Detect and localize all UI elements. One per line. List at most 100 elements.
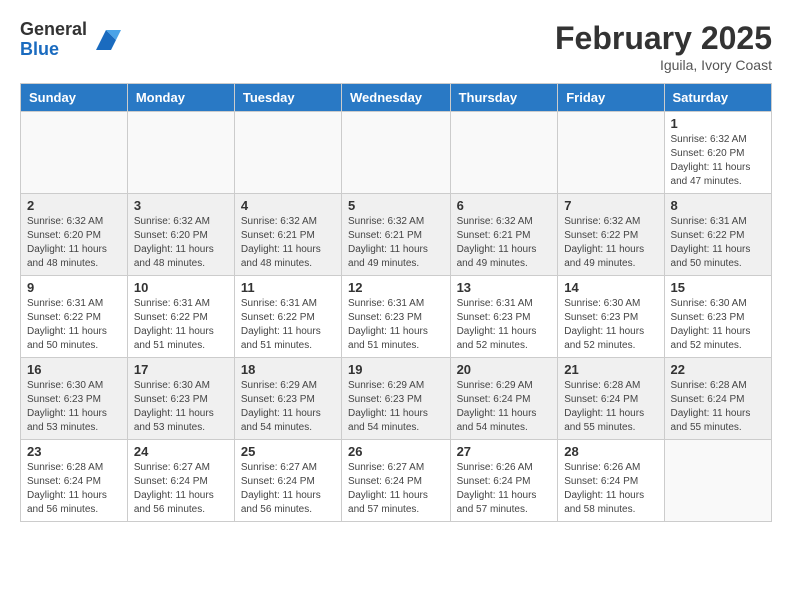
day-info: Sunrise: 6:27 AM Sunset: 6:24 PM Dayligh…	[241, 461, 335, 517]
day-number: 9	[27, 280, 121, 295]
logo: General Blue	[20, 20, 121, 60]
weekday-header-monday: Monday	[127, 84, 234, 112]
calendar-day: 23 Sunrise: 6:28 AM Sunset: 6:24 PM Dayli…	[21, 440, 128, 522]
calendar-day: 16 Sunrise: 6:30 AM Sunset: 6:23 PM Dayli…	[21, 358, 128, 440]
day-number: 26	[348, 444, 444, 459]
day-info: Sunrise: 6:26 AM Sunset: 6:24 PM Dayligh…	[457, 461, 552, 517]
calendar-table: SundayMondayTuesdayWednesdayThursdayFrid…	[20, 83, 772, 522]
day-info: Sunrise: 6:31 AM Sunset: 6:22 PM Dayligh…	[241, 297, 335, 353]
day-info: Sunrise: 6:29 AM Sunset: 6:23 PM Dayligh…	[348, 379, 444, 435]
day-number: 5	[348, 198, 444, 213]
day-number: 4	[241, 198, 335, 213]
calendar-day	[127, 112, 234, 194]
weekday-header-wednesday: Wednesday	[342, 84, 451, 112]
calendar-day: 2 Sunrise: 6:32 AM Sunset: 6:20 PM Daylig…	[21, 194, 128, 276]
calendar-day: 28 Sunrise: 6:26 AM Sunset: 6:24 PM Dayli…	[558, 440, 664, 522]
calendar-day: 7 Sunrise: 6:32 AM Sunset: 6:22 PM Daylig…	[558, 194, 664, 276]
day-number: 15	[671, 280, 765, 295]
day-info: Sunrise: 6:30 AM Sunset: 6:23 PM Dayligh…	[671, 297, 765, 353]
day-number: 7	[564, 198, 657, 213]
day-number: 20	[457, 362, 552, 377]
calendar-day: 25 Sunrise: 6:27 AM Sunset: 6:24 PM Dayli…	[234, 440, 341, 522]
calendar-day: 6 Sunrise: 6:32 AM Sunset: 6:21 PM Daylig…	[450, 194, 558, 276]
day-info: Sunrise: 6:32 AM Sunset: 6:20 PM Dayligh…	[27, 215, 121, 271]
day-number: 19	[348, 362, 444, 377]
day-info: Sunrise: 6:29 AM Sunset: 6:23 PM Dayligh…	[241, 379, 335, 435]
day-number: 11	[241, 280, 335, 295]
day-number: 2	[27, 198, 121, 213]
location: Iguila, Ivory Coast	[555, 57, 772, 73]
day-info: Sunrise: 6:31 AM Sunset: 6:22 PM Dayligh…	[134, 297, 228, 353]
calendar-day: 26 Sunrise: 6:27 AM Sunset: 6:24 PM Dayli…	[342, 440, 451, 522]
day-info: Sunrise: 6:32 AM Sunset: 6:20 PM Dayligh…	[671, 133, 765, 189]
day-info: Sunrise: 6:31 AM Sunset: 6:22 PM Dayligh…	[27, 297, 121, 353]
day-number: 23	[27, 444, 121, 459]
day-number: 17	[134, 362, 228, 377]
day-number: 25	[241, 444, 335, 459]
calendar-header-row: SundayMondayTuesdayWednesdayThursdayFrid…	[21, 84, 772, 112]
day-info: Sunrise: 6:28 AM Sunset: 6:24 PM Dayligh…	[27, 461, 121, 517]
calendar-day	[234, 112, 341, 194]
calendar-day: 13Sunrise: 6:31 AM Sunset: 6:23 PM Dayli…	[450, 276, 558, 358]
day-number: 16	[27, 362, 121, 377]
calendar-day: 10 Sunrise: 6:31 AM Sunset: 6:22 PM Dayli…	[127, 276, 234, 358]
day-number: 1	[671, 116, 765, 131]
day-info: Sunrise: 6:32 AM Sunset: 6:21 PM Dayligh…	[241, 215, 335, 271]
title-section: February 2025 Iguila, Ivory Coast	[555, 20, 772, 73]
day-number: 22	[671, 362, 765, 377]
calendar-day	[558, 112, 664, 194]
day-info: Sunrise: 6:30 AM Sunset: 6:23 PM Dayligh…	[564, 297, 657, 353]
weekday-header-tuesday: Tuesday	[234, 84, 341, 112]
day-number: 18	[241, 362, 335, 377]
weekday-header-friday: Friday	[558, 84, 664, 112]
day-number: 6	[457, 198, 552, 213]
calendar-day	[21, 112, 128, 194]
calendar-day: 1 Sunrise: 6:32 AM Sunset: 6:20 PM Daylig…	[664, 112, 771, 194]
day-info: Sunrise: 6:31 AM Sunset: 6:23 PM Dayligh…	[348, 297, 444, 353]
calendar-day: 8Sunrise: 6:31 AM Sunset: 6:22 PM Daylig…	[664, 194, 771, 276]
day-info: Sunrise: 6:32 AM Sunset: 6:21 PM Dayligh…	[348, 215, 444, 271]
day-info: Sunrise: 6:27 AM Sunset: 6:24 PM Dayligh…	[134, 461, 228, 517]
day-info: Sunrise: 6:26 AM Sunset: 6:24 PM Dayligh…	[564, 461, 657, 517]
calendar-day	[664, 440, 771, 522]
calendar-week-0: 1 Sunrise: 6:32 AM Sunset: 6:20 PM Daylig…	[21, 112, 772, 194]
calendar-day: 27 Sunrise: 6:26 AM Sunset: 6:24 PM Dayli…	[450, 440, 558, 522]
day-info: Sunrise: 6:29 AM Sunset: 6:24 PM Dayligh…	[457, 379, 552, 435]
calendar-day: 3 Sunrise: 6:32 AM Sunset: 6:20 PM Daylig…	[127, 194, 234, 276]
weekday-header-sunday: Sunday	[21, 84, 128, 112]
day-number: 27	[457, 444, 552, 459]
day-info: Sunrise: 6:27 AM Sunset: 6:24 PM Dayligh…	[348, 461, 444, 517]
calendar-day	[450, 112, 558, 194]
month-title: February 2025	[555, 20, 772, 57]
calendar-day: 11 Sunrise: 6:31 AM Sunset: 6:22 PM Dayli…	[234, 276, 341, 358]
weekday-header-thursday: Thursday	[450, 84, 558, 112]
calendar-day: 19 Sunrise: 6:29 AM Sunset: 6:23 PM Dayli…	[342, 358, 451, 440]
day-info: Sunrise: 6:32 AM Sunset: 6:22 PM Dayligh…	[564, 215, 657, 271]
day-info: Sunrise: 6:32 AM Sunset: 6:21 PM Dayligh…	[457, 215, 552, 271]
logo-blue: Blue	[20, 40, 87, 60]
day-number: 13	[457, 280, 552, 295]
calendar-day: 15 Sunrise: 6:30 AM Sunset: 6:23 PM Dayli…	[664, 276, 771, 358]
calendar-day: 9 Sunrise: 6:31 AM Sunset: 6:22 PM Daylig…	[21, 276, 128, 358]
calendar-week-1: 2 Sunrise: 6:32 AM Sunset: 6:20 PM Daylig…	[21, 194, 772, 276]
calendar-day: 12 Sunrise: 6:31 AM Sunset: 6:23 PM Dayli…	[342, 276, 451, 358]
day-info: Sunrise: 6:30 AM Sunset: 6:23 PM Dayligh…	[27, 379, 121, 435]
day-info: Sunrise: 6:32 AM Sunset: 6:20 PM Dayligh…	[134, 215, 228, 271]
day-number: 12	[348, 280, 444, 295]
day-number: 10	[134, 280, 228, 295]
day-number: 24	[134, 444, 228, 459]
day-number: 28	[564, 444, 657, 459]
day-info: Sunrise: 6:28 AM Sunset: 6:24 PM Dayligh…	[671, 379, 765, 435]
calendar-day: 4 Sunrise: 6:32 AM Sunset: 6:21 PM Daylig…	[234, 194, 341, 276]
calendar-week-4: 23 Sunrise: 6:28 AM Sunset: 6:24 PM Dayli…	[21, 440, 772, 522]
calendar-day: 5 Sunrise: 6:32 AM Sunset: 6:21 PM Daylig…	[342, 194, 451, 276]
calendar-week-2: 9 Sunrise: 6:31 AM Sunset: 6:22 PM Daylig…	[21, 276, 772, 358]
calendar-day: 14 Sunrise: 6:30 AM Sunset: 6:23 PM Dayli…	[558, 276, 664, 358]
day-info: Sunrise: 6:28 AM Sunset: 6:24 PM Dayligh…	[564, 379, 657, 435]
day-number: 14	[564, 280, 657, 295]
calendar-day: 18 Sunrise: 6:29 AM Sunset: 6:23 PM Dayli…	[234, 358, 341, 440]
day-number: 3	[134, 198, 228, 213]
weekday-header-saturday: Saturday	[664, 84, 771, 112]
day-number: 21	[564, 362, 657, 377]
day-info: Sunrise: 6:31 AM Sunset: 6:22 PM Dayligh…	[671, 215, 765, 271]
